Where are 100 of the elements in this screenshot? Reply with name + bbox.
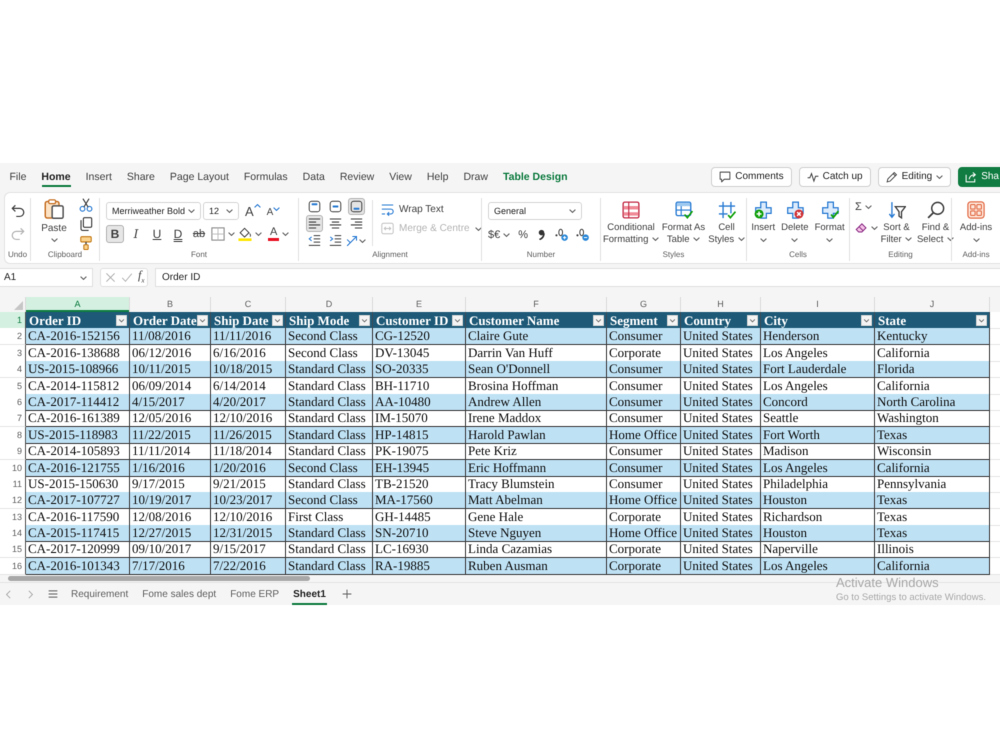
ribbon-tab[interactable]: Help [419, 163, 456, 190]
eraser-icon[interactable] [855, 221, 868, 234]
comments-button[interactable]: Comments [711, 166, 792, 186]
table-cell: Concord [761, 394, 875, 411]
align-top-icon[interactable] [306, 198, 322, 215]
align-bottom-icon[interactable] [348, 198, 364, 215]
horizontal-scrollbar[interactable] [8, 576, 310, 581]
filter-dropdown-icon[interactable] [593, 314, 604, 326]
cell-styles-button[interactable]: Cell Styles [707, 198, 746, 246]
ribbon-tab[interactable]: Formulas [236, 163, 296, 190]
ribbon-tab[interactable]: Share [119, 163, 162, 190]
increase-indent-icon[interactable] [328, 234, 342, 247]
bold-button[interactable]: B [106, 225, 124, 243]
ribbon-tab[interactable]: Table Design [495, 163, 576, 190]
row-header[interactable]: 9 [0, 443, 26, 460]
text-angle-icon[interactable] [346, 234, 358, 246]
font-size-dropdown[interactable]: 12 [203, 202, 239, 220]
filter-dropdown-icon[interactable] [116, 314, 127, 326]
row-header[interactable]: 14 [0, 525, 26, 542]
sheet-tab[interactable]: Requirement [64, 583, 136, 606]
menu-icon[interactable] [48, 589, 58, 600]
number-format-dropdown[interactable]: General [488, 202, 582, 220]
find-select-button[interactable]: Find & Select [916, 198, 955, 246]
filter-dropdown-icon[interactable] [272, 314, 283, 326]
ribbon-tab[interactable]: Page Layout [162, 163, 236, 190]
editing-mode-button[interactable]: Editing [878, 166, 952, 186]
table-cell: 12/27/2015 [130, 525, 211, 542]
fill-bucket-icon[interactable] [238, 227, 252, 241]
comma-icon[interactable] [536, 229, 548, 240]
pencil-icon [886, 170, 898, 182]
copy-icon[interactable] [79, 217, 93, 231]
ribbon-tab[interactable]: Review [332, 163, 382, 190]
align-middle-icon[interactable] [326, 198, 344, 215]
row-header[interactable]: 6 [0, 394, 26, 411]
paintbrush-icon[interactable] [79, 236, 93, 250]
table-cell: 11/08/2016 [130, 328, 211, 346]
format-as-table-button[interactable]: Format As Table [660, 198, 707, 246]
row-header[interactable]: 12 [0, 492, 26, 510]
shrink-font-button[interactable]: A [266, 207, 280, 218]
decrease-decimal-icon[interactable] [576, 228, 590, 241]
insert-function-button[interactable]: f$_{x}$ [138, 268, 144, 286]
row-header[interactable]: 16 [0, 558, 26, 575]
format-cells-button[interactable]: Format [812, 198, 847, 242]
sort-filter-button[interactable]: Sort & Filter [879, 198, 914, 246]
undo-icon[interactable] [10, 204, 24, 218]
grow-font-button[interactable]: A [245, 204, 261, 218]
row-header[interactable]: 4 [0, 361, 26, 378]
wrap-text-button[interactable]: Wrap Text [381, 203, 482, 216]
filter-dropdown-icon[interactable] [452, 314, 463, 326]
formula-input[interactable]: Order ID [155, 268, 1000, 287]
borders-icon[interactable] [211, 227, 225, 241]
table-cell: Standard Class [286, 394, 373, 411]
ribbon-tab[interactable]: Draw [456, 163, 496, 190]
filter-dropdown-icon[interactable] [197, 314, 208, 326]
column-header[interactable]: A [26, 297, 130, 312]
row-header[interactable]: 7 [0, 410, 26, 428]
row-header[interactable]: 15 [0, 541, 26, 558]
ribbon-tab[interactable]: View [382, 163, 420, 190]
ribbon-tab[interactable]: File [2, 163, 34, 190]
row-header[interactable]: 2 [0, 328, 26, 346]
filter-dropdown-icon[interactable] [359, 314, 370, 326]
check-icon[interactable] [121, 272, 133, 283]
currency-button[interactable]: $€ [488, 228, 510, 240]
caret-icon [80, 276, 87, 280]
table-cell: SO-20335 [373, 361, 466, 378]
italic-button[interactable]: I [127, 225, 145, 243]
catch-up-button[interactable]: Catch up [798, 166, 871, 186]
conditional-formatting-button[interactable]: Conditional Formatting [602, 198, 660, 246]
sheet-tab[interactable]: Fome ERP [223, 583, 286, 606]
delete-cells-button[interactable]: Delete [779, 198, 811, 242]
row-header[interactable]: 11 [0, 476, 26, 493]
strikethrough-button[interactable]: ab [190, 225, 208, 243]
filter-dropdown-icon[interactable] [667, 314, 678, 326]
table-cell: Los Angeles [761, 558, 875, 575]
percent-button[interactable]: % [518, 228, 528, 240]
decrease-indent-icon[interactable] [308, 234, 320, 247]
align-left-icon[interactable] [306, 215, 322, 232]
ribbon-tab[interactable]: Insert [78, 163, 120, 190]
double-underline-button[interactable]: D [169, 225, 187, 243]
table-cell: Fort Lauderdale [761, 361, 875, 378]
group-label: Number [526, 249, 556, 261]
filter-dropdown-icon[interactable] [976, 314, 987, 326]
increase-decimal-icon[interactable] [555, 228, 568, 241]
underline-button[interactable]: U [148, 225, 166, 243]
group-label: Styles [662, 249, 684, 261]
autosum-button[interactable]: Σ [855, 201, 877, 213]
filter-dropdown-icon[interactable] [861, 314, 872, 326]
paste-button[interactable]: Paste [37, 198, 71, 250]
add-ins-button[interactable]: Add-ins [960, 198, 992, 242]
plus-icon[interactable] [342, 589, 352, 600]
font-color-button[interactable]: A [268, 227, 280, 241]
ribbon-tab[interactable]: Data [295, 163, 332, 190]
scissors-icon[interactable] [79, 198, 93, 212]
sheet-tab[interactable]: Fome sales dept [135, 583, 224, 606]
insert-cells-button[interactable]: Insert [749, 198, 778, 242]
filter-dropdown-icon[interactable] [747, 314, 758, 326]
name-box[interactable]: A1 [0, 268, 93, 287]
row-header[interactable]: 1 [0, 312, 26, 329]
font-name-dropdown[interactable]: Merriweather Bold [106, 202, 201, 220]
share-button[interactable]: Sha [958, 166, 1000, 186]
